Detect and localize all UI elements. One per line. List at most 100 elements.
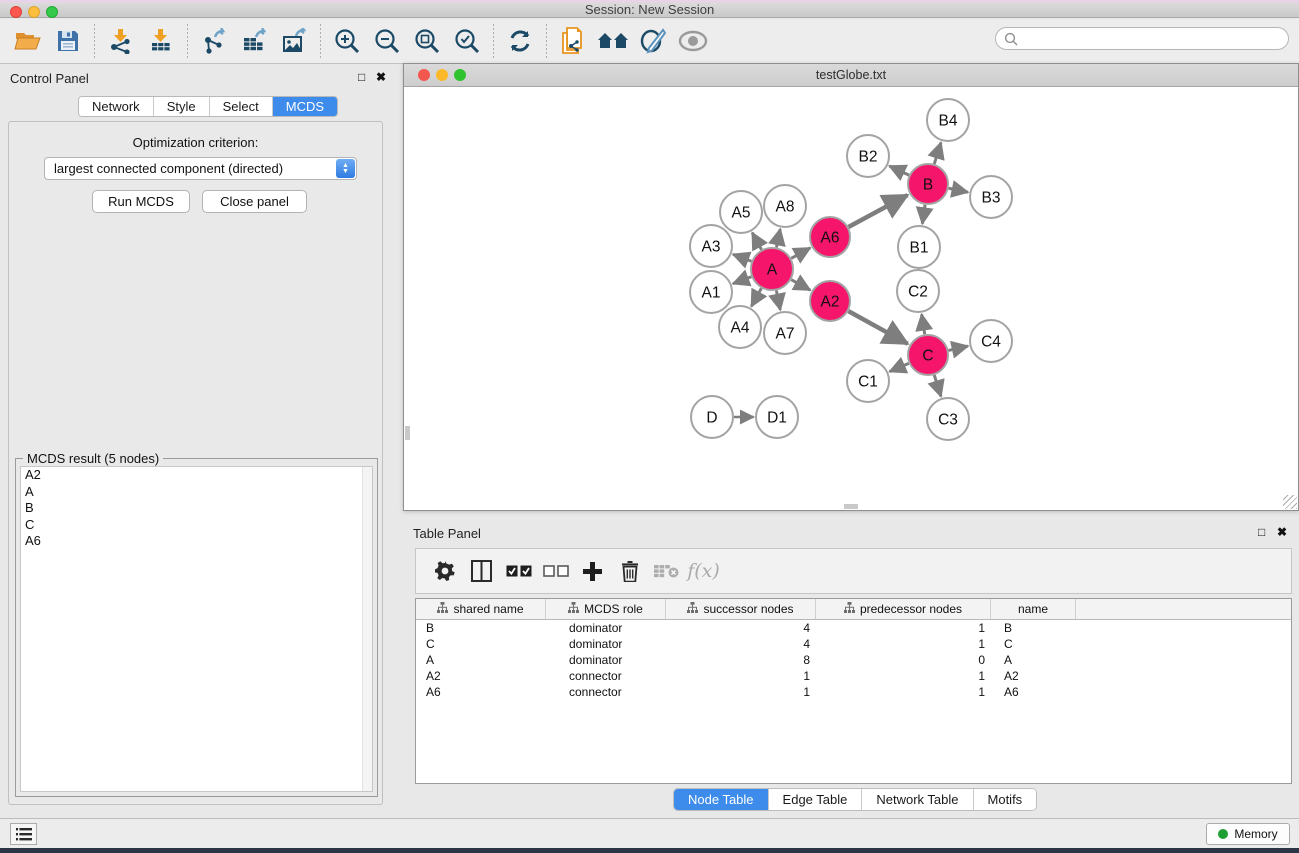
edge-A-A1[interactable]	[733, 277, 751, 284]
close-panel-button[interactable]: Close panel	[202, 190, 307, 213]
zoom-out-icon[interactable]	[367, 23, 407, 59]
cell-shared-name[interactable]: A6	[416, 685, 546, 699]
cell-name[interactable]: A6	[991, 685, 1076, 699]
cell-shared-name[interactable]: C	[416, 637, 546, 651]
cell-predecessor-nodes[interactable]: 1	[816, 621, 991, 635]
mcds-result-item[interactable]: C	[21, 517, 372, 534]
close-panel-icon[interactable]: ✖	[376, 70, 386, 84]
edge-B-B2[interactable]	[889, 166, 909, 175]
float-panel-icon[interactable]: □	[358, 70, 365, 84]
cell-predecessor-nodes[interactable]: 0	[816, 653, 991, 667]
tab-select[interactable]: Select	[210, 97, 273, 116]
edge-C-C1[interactable]	[890, 363, 909, 371]
edge-A-A6[interactable]	[791, 248, 810, 259]
table-row-A[interactable]: Adominator80A	[416, 652, 1291, 668]
edge-C-C4[interactable]	[948, 346, 968, 350]
edge-B-B1[interactable]	[922, 205, 925, 224]
scrollbar[interactable]	[362, 467, 372, 791]
column-header-successor-nodes[interactable]: successor nodes	[666, 599, 816, 619]
edge-A6-B[interactable]	[848, 195, 907, 227]
edge-C-C2[interactable]	[922, 314, 925, 334]
edge-B-B3[interactable]	[949, 188, 968, 192]
zoom-fit-icon[interactable]	[407, 23, 447, 59]
import-table-icon[interactable]	[141, 23, 181, 59]
table-settings-gear-icon[interactable]	[426, 553, 463, 589]
cell-name[interactable]: A2	[991, 669, 1076, 683]
mcds-result-item[interactable]: A2	[21, 467, 372, 484]
node-A5[interactable]: A5	[720, 191, 762, 233]
cell-name[interactable]: A	[991, 653, 1076, 667]
tab-node-table[interactable]: Node Table	[674, 789, 769, 810]
tab-motifs[interactable]: Motifs	[974, 789, 1037, 810]
edge-A-A3[interactable]	[733, 254, 751, 261]
edge-A-A8[interactable]	[776, 229, 780, 247]
column-header-shared-name[interactable]: shared name	[416, 599, 546, 619]
node-A2[interactable]: A2	[810, 281, 850, 321]
unselect-all-icon[interactable]	[537, 553, 574, 589]
node-A4[interactable]: A4	[719, 306, 761, 348]
import-network-icon[interactable]	[101, 23, 141, 59]
edge-C-C3[interactable]	[934, 375, 941, 397]
tab-network[interactable]: Network	[79, 97, 154, 116]
node-C4[interactable]: C4	[970, 320, 1012, 362]
cell-successor-nodes[interactable]: 8	[666, 653, 816, 667]
delete-column-icon[interactable]	[611, 553, 648, 589]
cell-predecessor-nodes[interactable]: 1	[816, 669, 991, 683]
window-resize-handle-left[interactable]	[405, 426, 410, 440]
float-table-panel-icon[interactable]: □	[1258, 525, 1265, 539]
cell-name[interactable]: C	[991, 637, 1076, 651]
cell-MCDS-role[interactable]: connector	[546, 685, 666, 699]
save-session-icon[interactable]	[48, 23, 88, 59]
node-D1[interactable]: D1	[756, 396, 798, 438]
cell-name[interactable]: B	[991, 621, 1076, 635]
create-column-icon[interactable]	[574, 553, 611, 589]
zoom-selected-icon[interactable]	[447, 23, 487, 59]
node-A1[interactable]: A1	[690, 271, 732, 313]
table-row-C[interactable]: Cdominator41C	[416, 636, 1291, 652]
table-row-B[interactable]: Bdominator41B	[416, 620, 1291, 636]
node-A8[interactable]: A8	[764, 185, 806, 227]
column-header-name[interactable]: name	[991, 599, 1076, 619]
tab-network-table[interactable]: Network Table	[862, 789, 973, 810]
edge-A-A4[interactable]	[751, 288, 761, 306]
run-mcds-button[interactable]: Run MCDS	[92, 190, 190, 213]
edge-A2-C[interactable]	[848, 311, 907, 344]
node-C1[interactable]: C1	[847, 360, 889, 402]
network-canvas[interactable]: AA1A2A3A4A5A6A7A8BB1B2B3B4CC1C2C3C4DD1	[404, 87, 1298, 510]
column-header-MCDS-role[interactable]: MCDS role	[546, 599, 666, 619]
cell-predecessor-nodes[interactable]: 1	[816, 685, 991, 699]
cell-successor-nodes[interactable]: 4	[666, 621, 816, 635]
export-table-icon[interactable]	[234, 23, 274, 59]
memory-button[interactable]: Memory	[1206, 823, 1290, 845]
cell-MCDS-role[interactable]: dominator	[546, 621, 666, 635]
cell-MCDS-role[interactable]: dominator	[546, 653, 666, 667]
cell-shared-name[interactable]: A	[416, 653, 546, 667]
column-header-predecessor-nodes[interactable]: predecessor nodes	[816, 599, 991, 619]
window-resize-handle-bottom[interactable]	[844, 504, 858, 509]
search-input[interactable]	[995, 27, 1289, 50]
show-hide-icon[interactable]	[673, 23, 713, 59]
node-A7[interactable]: A7	[764, 312, 806, 354]
node-B3[interactable]: B3	[970, 176, 1012, 218]
zoom-in-icon[interactable]	[327, 23, 367, 59]
cell-shared-name[interactable]: B	[416, 621, 546, 635]
node-D[interactable]: D	[691, 396, 733, 438]
node-B[interactable]: B	[908, 164, 948, 204]
first-neighbors-icon[interactable]	[593, 23, 633, 59]
new-network-from-selection-icon[interactable]	[553, 23, 593, 59]
close-table-panel-icon[interactable]: ✖	[1277, 525, 1287, 539]
node-B1[interactable]: B1	[898, 226, 940, 268]
network-window-titlebar[interactable]: testGlobe.txt	[404, 64, 1298, 87]
edge-B-B4[interactable]	[934, 142, 941, 164]
delete-table-icon[interactable]	[648, 553, 685, 589]
node-C2[interactable]: C2	[897, 270, 939, 312]
task-history-button[interactable]	[10, 823, 37, 845]
node-A6[interactable]: A6	[810, 217, 850, 257]
mcds-result-item[interactable]: A	[21, 484, 372, 501]
show-columns-icon[interactable]	[463, 553, 500, 589]
criterion-select[interactable]: largest connected component (directed) ▲…	[44, 157, 357, 180]
mcds-result-item[interactable]: B	[21, 500, 372, 517]
table-row-A2[interactable]: A2connector11A2	[416, 668, 1291, 684]
tab-edge-table[interactable]: Edge Table	[769, 789, 863, 810]
node-C3[interactable]: C3	[927, 398, 969, 440]
